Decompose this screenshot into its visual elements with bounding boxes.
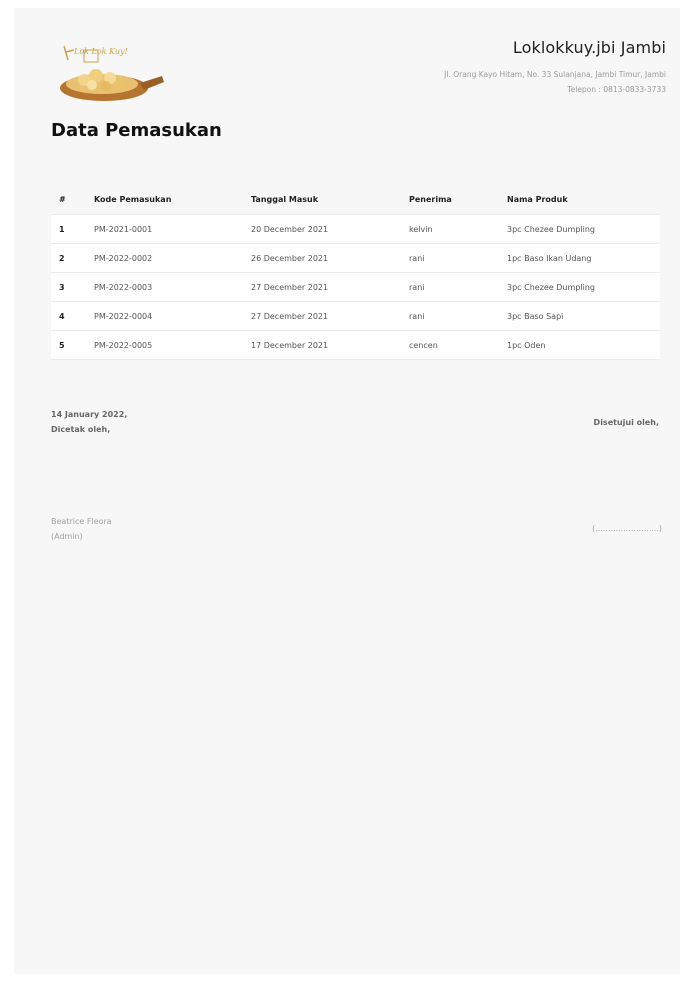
signer-role: (Admin) [51,532,83,541]
cell-code: PM-2022-0003 [94,282,153,292]
cell-product: 3pc Chezee Dumpling [507,282,595,292]
cell-date: 27 December 2021 [251,311,329,321]
cell-recipient: rani [409,253,425,263]
cell-recipient: kelvin [409,224,433,234]
cell-number: 4 [59,311,65,321]
company-name: Loklokkuy.jbi Jambi [512,38,666,57]
approved-by-label: Disetujui oleh, [593,418,659,427]
cell-recipient: cencen [409,340,438,350]
cell-date: 20 December 2021 [251,224,329,234]
cell-product: 1pc Oden [507,340,546,350]
approval-signature-placeholder: (.........................) [592,524,662,533]
column-header-recipient: Penerima [409,194,452,204]
income-table: # Kode Pemasukan Tanggal Masuk Penerima … [51,184,660,360]
column-header-number: # [59,194,66,204]
cell-date: 26 December 2021 [251,253,329,263]
cell-number: 3 [59,282,65,292]
printed-by-label: Dicetak oleh, [51,425,111,434]
cell-number: 5 [59,340,65,350]
signer-name: Beatrice Fleora [51,517,112,526]
cell-code: PM-2022-0005 [94,340,153,350]
cell-recipient: rani [409,282,425,292]
cell-recipient: rani [409,311,425,321]
table-row: 4 PM-2022-0004 27 December 2021 rani 3pc… [51,301,660,330]
document-page: Lok Lok Kuy! Loklokkuy.jbi Jambi Jl. Ora… [14,8,680,974]
table-row: 3 PM-2022-0003 27 December 2021 rani 3pc… [51,272,660,301]
cell-code: PM-2022-0002 [94,253,153,263]
table-header: # Kode Pemasukan Tanggal Masuk Penerima … [51,184,660,214]
column-header-date: Tanggal Masuk [251,194,319,204]
cell-product: 3pc Chezee Dumpling [507,224,595,234]
cell-number: 1 [59,224,65,234]
column-header-code: Kode Pemasukan [94,194,172,204]
cell-product: 1pc Baso Ikan Udang [507,253,592,263]
cell-date: 17 December 2021 [251,340,329,350]
page-title: Data Pemasukan [51,120,222,141]
brand-logo: Lok Lok Kuy! [60,45,164,101]
logo-wordmark: Lok Lok Kuy! [73,47,128,56]
company-phone: Telepon : 0813-0833-3733 [567,85,666,94]
column-header-product: Nama Produk [507,194,568,204]
cell-number: 2 [59,253,65,263]
table-row: 1 PM-2021-0001 20 December 2021 kelvin 3… [51,214,660,243]
table-row: 2 PM-2022-0002 26 December 2021 rani 1pc… [51,243,660,272]
table-body: 1 PM-2021-0001 20 December 2021 kelvin 3… [51,214,660,360]
cell-date: 27 December 2021 [251,282,329,292]
company-address: Jl. Orang Kayo Hitam, No. 33 Sulanjana, … [444,70,666,79]
printed-date: 14 January 2022, [51,410,128,419]
cell-product: 3pc Baso Sapi [507,311,564,321]
table-row: 5 PM-2022-0005 17 December 2021 cencen 1… [51,330,660,360]
cell-code: PM-2021-0001 [94,224,153,234]
cell-code: PM-2022-0004 [94,311,153,321]
